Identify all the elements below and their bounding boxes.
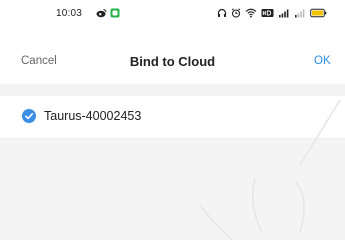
green-app-icon xyxy=(110,5,120,23)
alarm-icon xyxy=(231,5,241,23)
hd-icon xyxy=(261,5,274,23)
status-right-icons xyxy=(217,5,327,23)
page-title: Bind to Cloud xyxy=(129,54,216,69)
wifi-icon xyxy=(245,5,257,23)
nav-bar: Cancel Bind to Cloud OK xyxy=(0,40,345,84)
battery-icon xyxy=(310,5,327,23)
section-divider xyxy=(0,84,345,96)
status-left-icons xyxy=(96,5,120,23)
weibo-icon xyxy=(96,5,107,23)
device-name: Taurus-40002453 xyxy=(44,109,142,123)
signal-4g-icon xyxy=(278,5,290,23)
ok-button[interactable]: OK xyxy=(314,55,331,67)
status-bar: 10:03 xyxy=(0,0,345,40)
device-list-item[interactable]: Taurus-40002453 xyxy=(0,96,345,139)
headphones-icon xyxy=(217,5,227,23)
signal-icon xyxy=(294,5,306,23)
empty-list-area xyxy=(0,139,345,240)
checkmark-icon[interactable] xyxy=(22,109,36,123)
status-time: 10:03 xyxy=(56,8,83,19)
